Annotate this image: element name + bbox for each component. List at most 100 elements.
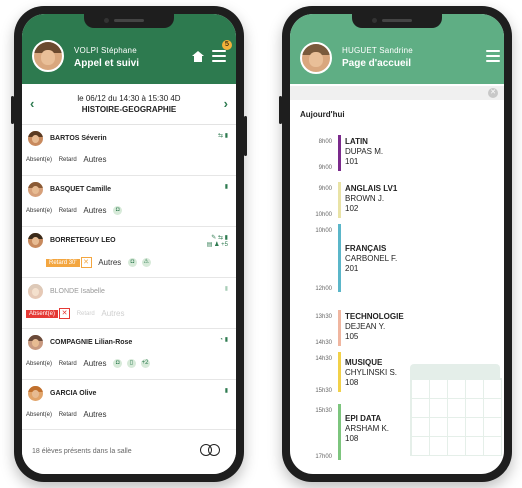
student-name: BARTOS Séverin xyxy=(50,135,107,142)
absent-pill[interactable]: Absent(e) xyxy=(26,309,59,318)
student-name: BORRETEGUY LEO xyxy=(50,237,116,244)
absent-option[interactable]: Absent(e) xyxy=(26,412,52,418)
edit-icon[interactable]: ✎ ⇆ ▮ xyxy=(211,234,228,241)
time-label: 9h00 xyxy=(318,165,332,171)
notebook-icon[interactable]: ▮ xyxy=(225,285,228,292)
remove-late-icon[interactable]: ✕ xyxy=(80,257,92,268)
course-room: 108 xyxy=(345,378,359,387)
menu-icon[interactable] xyxy=(212,50,226,62)
student-name: COMPAGNIE Lilian-Rose xyxy=(50,339,133,346)
course-bar-latin xyxy=(338,135,341,171)
late-option[interactable]: Retard xyxy=(59,208,77,214)
screen-home: HUGUET Sandrine Page d'accueil ✕ Aujourd… xyxy=(290,14,504,474)
absent-option[interactable]: Absent(e) xyxy=(26,157,52,163)
student-avatar xyxy=(28,182,43,197)
time-label: 9h00 xyxy=(318,186,332,192)
student-row[interactable]: BLONDE Isabelle ▮ Absent(e) ✕ Retard Autr… xyxy=(22,278,236,329)
phone-notch xyxy=(84,14,174,28)
student-name: BASQUET Camille xyxy=(50,186,112,193)
course-francais[interactable]: FRANÇAIS CARBONEL F. 201 xyxy=(345,244,397,274)
menu-icon[interactable] xyxy=(486,50,500,62)
course-musique[interactable]: MUSIQUE CHYLINSKI S. 108 xyxy=(345,358,397,388)
student-row[interactable]: BASQUET Camille ▮ Absent(e) Retard Autre… xyxy=(22,176,236,227)
course-room: 201 xyxy=(345,264,359,273)
volume-button xyxy=(279,96,282,124)
course-epi-data[interactable]: EPI DATA ARSHAM K. 108 xyxy=(345,414,389,444)
late-pill[interactable]: Retard 30' xyxy=(46,258,80,267)
student-avatar xyxy=(28,284,43,299)
student-avatar xyxy=(28,335,43,350)
lesson-date: le 06/12 du 14:30 à 15:30 4D xyxy=(77,94,181,103)
info-bar: ✕ xyxy=(290,86,504,100)
avatar[interactable] xyxy=(300,42,332,74)
absent-option[interactable] xyxy=(26,260,39,266)
course-teacher: BROWN J. xyxy=(345,194,385,203)
lesson-selector: ‹ le 06/12 du 14:30 à 15:30 4D HISTOIRE-… xyxy=(22,84,236,125)
chat-icon[interactable]: ◔ ▮ xyxy=(219,336,228,343)
notification-badge: 5 xyxy=(222,40,232,50)
time-label: 10h00 xyxy=(315,228,332,234)
other-option[interactable]: Autres xyxy=(83,359,106,368)
notes-icon[interactable]: ⇆ ▮ xyxy=(218,132,228,139)
course-room: 105 xyxy=(345,332,359,341)
student-row[interactable]: BARTOS Séverin ⇆ ▮ Absent(e) Retard Autr… xyxy=(22,125,236,176)
other-option[interactable]: Autres xyxy=(98,258,121,267)
user-name: VOLPI Stéphane xyxy=(74,46,137,55)
course-subject: FRANÇAIS xyxy=(345,244,387,253)
student-avatar xyxy=(28,233,43,248)
today-heading: Aujourd'hui xyxy=(300,110,345,119)
course-bar-anglais xyxy=(338,182,341,218)
absent-option[interactable]: Absent(e) xyxy=(26,361,52,367)
camera-icon[interactable]: ◘ xyxy=(113,359,123,368)
course-room: 101 xyxy=(345,157,359,166)
time-label: 13h30 xyxy=(315,314,332,320)
late-option[interactable]: Retard xyxy=(59,157,77,163)
time-label: 10h00 xyxy=(315,212,332,218)
course-room: 102 xyxy=(345,204,359,213)
more-count[interactable]: +2 xyxy=(140,359,150,368)
late-option[interactable]: Retard xyxy=(59,412,77,418)
calendar-watermark-icon xyxy=(410,364,502,456)
notebook-icon[interactable]: ▮ xyxy=(225,387,228,394)
other-option[interactable]: Autres xyxy=(101,309,124,318)
phone-notch xyxy=(352,14,442,28)
attendance-footer: 18 élèves présents dans la salle xyxy=(22,429,236,474)
course-latin[interactable]: LATIN DUPAS M. 101 xyxy=(345,137,383,167)
late-option[interactable]: Retard xyxy=(77,311,95,317)
camera-icon[interactable]: ◘ xyxy=(127,258,137,267)
group-icon[interactable]: ▤ ♟ +5 xyxy=(207,241,228,248)
present-count: 18 élèves présents dans la salle xyxy=(32,448,132,455)
time-label: 15h30 xyxy=(315,388,332,394)
student-row[interactable]: GARCIA Olive ▮ Absent(e) Retard Autres xyxy=(22,380,236,431)
course-teacher: CHYLINSKI S. xyxy=(345,368,398,377)
course-anglais[interactable]: ANGLAIS LV1 BROWN J. 102 xyxy=(345,184,397,214)
time-label: 17h00 xyxy=(315,454,332,460)
absent-option[interactable]: Absent(e) xyxy=(26,208,52,214)
phone-right: HUGUET Sandrine Page d'accueil ✕ Aujourd… xyxy=(279,6,512,482)
course-subject: LATIN xyxy=(345,137,368,146)
document-icon[interactable]: ▯ xyxy=(126,359,136,368)
avatar[interactable] xyxy=(32,40,64,72)
remove-absent-icon[interactable]: ✕ xyxy=(59,308,71,319)
home-icon[interactable] xyxy=(192,51,204,62)
late-option[interactable]: Retard xyxy=(59,361,77,367)
time-label: 8h00 xyxy=(318,139,332,145)
camera-icon[interactable]: ◘ xyxy=(113,206,123,215)
close-icon[interactable]: ✕ xyxy=(488,88,498,98)
student-row[interactable]: BORRETEGUY LEO ✎ ⇆ ▮ ▤ ♟ +5 Retard 30' ✕ … xyxy=(22,227,236,278)
other-option[interactable]: Autres xyxy=(83,206,106,215)
student-row[interactable]: COMPAGNIE Lilian-Rose ◔ ▮ Absent(e) Reta… xyxy=(22,329,236,380)
course-technologie[interactable]: TECHNOLOGIE DEJEAN Y. 105 xyxy=(345,312,404,342)
lesson-subject: HISTOIRE-GEOGRAPHIE xyxy=(81,105,177,114)
other-option[interactable]: Autres xyxy=(83,155,106,164)
course-teacher: ARSHAM K. xyxy=(345,424,390,433)
view-toggle[interactable] xyxy=(200,444,222,456)
notebook-icon[interactable]: ▮ xyxy=(225,183,228,190)
chevron-right-icon[interactable]: › xyxy=(224,96,228,111)
screen-attendance: VOLPI Stéphane Appel et suivi 5 ‹ le 06/… xyxy=(22,14,236,474)
volume-button xyxy=(11,96,14,124)
warning-icon[interactable]: ⚠ xyxy=(141,258,151,267)
other-option[interactable]: Autres xyxy=(83,410,106,419)
course-bar-francais xyxy=(338,224,341,292)
course-teacher: DUPAS M. xyxy=(345,147,384,156)
